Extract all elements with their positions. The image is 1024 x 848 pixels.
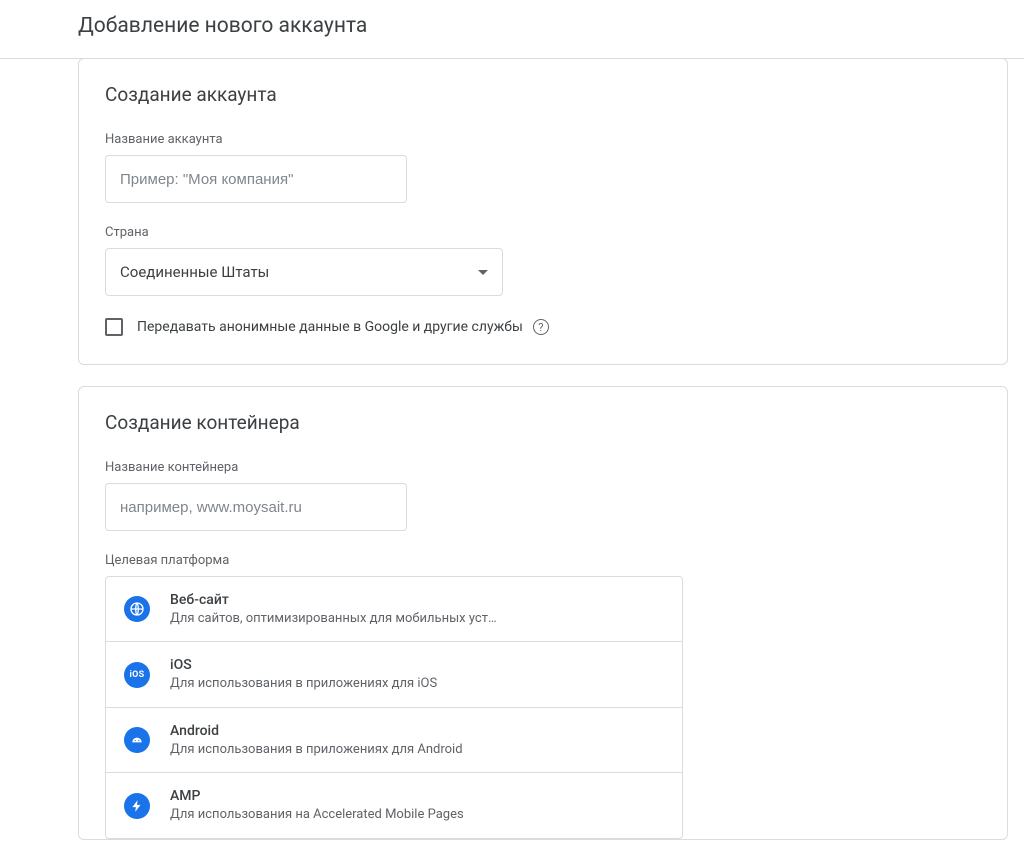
platform-label: Целевая платформа <box>105 553 981 568</box>
share-data-label: Передавать анонимные данные в Google и д… <box>137 319 549 335</box>
share-data-checkbox[interactable] <box>105 318 123 336</box>
account-card: Создание аккаунта Название аккаунта Стра… <box>78 58 1008 365</box>
platform-desc: Для сайтов, оптимизированных для мобильн… <box>170 610 497 628</box>
country-select[interactable]: Соединенные Штаты <box>105 248 503 296</box>
account-name-label: Название аккаунта <box>105 132 981 147</box>
account-card-title: Создание аккаунта <box>105 83 981 106</box>
country-label: Страна <box>105 225 981 240</box>
ios-icon: iOS <box>124 662 150 688</box>
platform-option-amp[interactable]: AMP Для использования на Accelerated Mob… <box>106 773 682 837</box>
android-icon <box>124 727 150 753</box>
amp-icon <box>124 793 150 819</box>
country-field: Страна Соединенные Штаты <box>105 225 981 296</box>
country-selected-value: Соединенные Штаты <box>120 263 269 281</box>
platform-title: Веб-сайт <box>170 591 497 610</box>
platform-option-ios[interactable]: iOS iOS Для использования в приложениях … <box>106 642 682 707</box>
platform-desc: Для использования в приложениях для iOS <box>170 675 437 693</box>
globe-icon <box>124 596 150 622</box>
platform-title: Android <box>170 722 463 741</box>
platform-desc: Для использования в приложениях для Andr… <box>170 741 463 759</box>
platform-desc: Для использования на Accelerated Mobile … <box>170 806 464 824</box>
help-icon[interactable]: ? <box>533 319 549 335</box>
container-card: Создание контейнера Название контейнера … <box>78 386 1008 840</box>
page-title: Добавление нового аккаунта <box>78 14 1024 38</box>
platform-title: AMP <box>170 787 464 806</box>
container-name-label: Название контейнера <box>105 460 981 475</box>
container-name-field: Название контейнера <box>105 460 981 531</box>
share-data-row: Передавать анонимные данные в Google и д… <box>105 318 981 336</box>
platform-title: iOS <box>170 656 437 675</box>
account-name-input[interactable] <box>105 155 407 203</box>
chevron-down-icon <box>478 270 488 275</box>
account-name-field: Название аккаунта <box>105 132 981 203</box>
container-name-input[interactable] <box>105 483 407 531</box>
platform-list: Веб-сайт Для сайтов, оптимизированных дл… <box>105 576 683 839</box>
container-card-title: Создание контейнера <box>105 411 981 434</box>
share-data-text: Передавать анонимные данные в Google и д… <box>137 319 523 335</box>
platform-option-android[interactable]: Android Для использования в приложениях … <box>106 708 682 773</box>
platform-option-web[interactable]: Веб-сайт Для сайтов, оптимизированных дл… <box>106 577 682 642</box>
